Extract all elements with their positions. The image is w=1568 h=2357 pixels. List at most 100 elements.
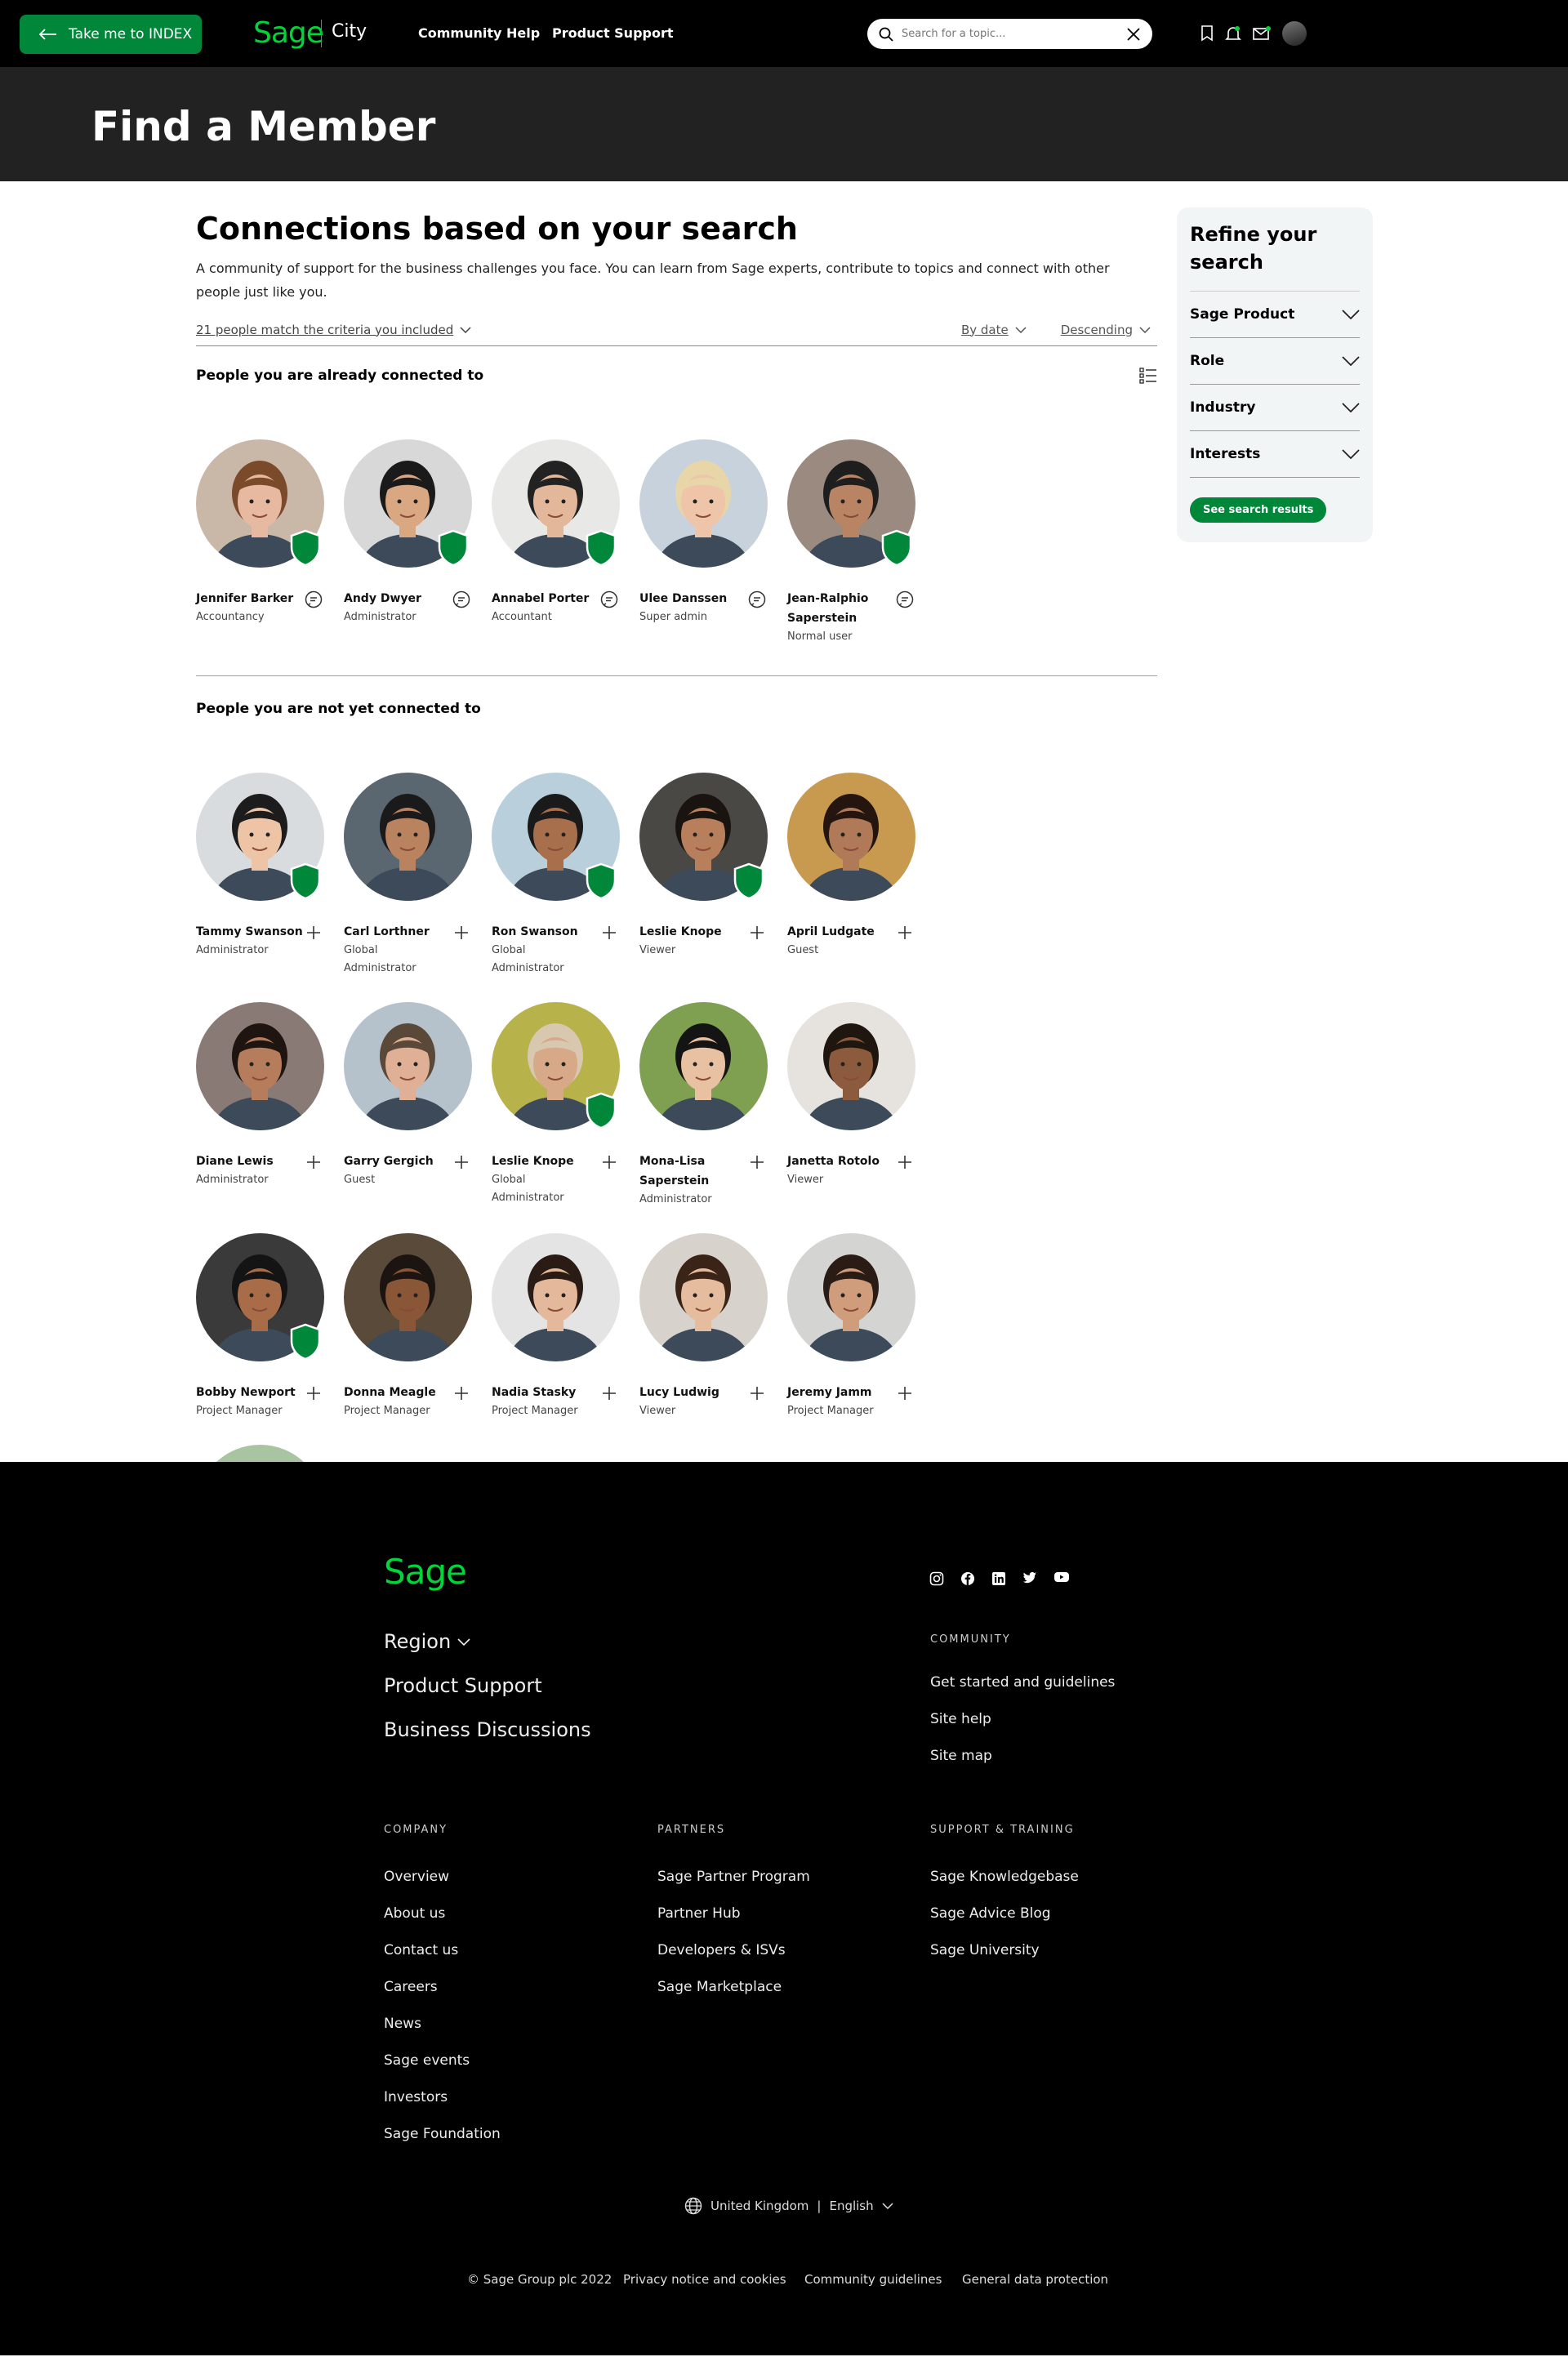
filter-industry[interactable]: Industry (1190, 385, 1360, 431)
see-search-results-button[interactable]: See search results (1190, 497, 1327, 523)
footer-link-developers-isvs[interactable]: Developers & ISVs (657, 1942, 786, 1958)
search-input[interactable] (902, 28, 1126, 40)
member-name[interactable]: Mona-Lisa Saperstein (639, 1152, 746, 1191)
footer-link-site-help[interactable]: Site help (930, 1711, 991, 1727)
person-card-april-ludgate[interactable]: April Ludgate Guest (787, 773, 915, 978)
member-name[interactable]: Ulee Danssen (639, 589, 746, 608)
footer-link-sage-events[interactable]: Sage events (384, 2052, 470, 2069)
member-avatar[interactable] (196, 1002, 324, 1130)
person-card-jennifer-barker[interactable]: Jennifer Barker Accountancy (196, 439, 324, 646)
member-name[interactable]: Leslie Knope (492, 1152, 599, 1171)
add-connection-icon[interactable] (303, 922, 324, 943)
footer-link-contact-us[interactable]: Contact us (384, 1942, 458, 1958)
member-name[interactable]: Bobby Newport (196, 1383, 303, 1402)
message-icon[interactable] (451, 589, 472, 610)
member-avatar[interactable] (344, 1233, 472, 1361)
add-connection-icon[interactable] (746, 1152, 768, 1173)
person-card-lucy-ludwig[interactable]: Lucy Ludwig Viewer (639, 1233, 768, 1420)
footer-link-partner-hub[interactable]: Partner Hub (657, 1905, 741, 1922)
footer-link-sage-partner-program[interactable]: Sage Partner Program (657, 1869, 810, 1885)
person-card-donna-meagle[interactable]: Donna Meagle Project Manager (344, 1233, 472, 1420)
region-dropdown[interactable]: Region (384, 1630, 470, 1653)
add-connection-icon[interactable] (746, 922, 768, 943)
member-name[interactable]: Jean-Ralphio Saperstein (787, 589, 894, 628)
add-connection-icon[interactable] (599, 922, 620, 943)
nav-link-community-help[interactable]: Community Help (418, 25, 540, 41)
member-avatar[interactable] (344, 1002, 472, 1130)
back-to-index-button[interactable]: Take me to INDEX (20, 15, 202, 54)
notification-bell-icon[interactable] (1225, 25, 1241, 42)
member-name[interactable]: Leslie Knope (639, 922, 746, 942)
add-connection-icon[interactable] (894, 922, 915, 943)
person-card-nadia-stasky[interactable]: Nadia Stasky Project Manager (492, 1233, 620, 1420)
member-name[interactable]: Annabel Porter (492, 589, 599, 608)
youtube-icon[interactable] (1054, 1571, 1070, 1586)
member-avatar[interactable] (492, 1233, 620, 1361)
footer-link-product-support[interactable]: Product Support (384, 1674, 542, 1697)
instagram-icon[interactable] (929, 1571, 944, 1586)
locale-selector[interactable]: United Kingdom | English (684, 2197, 893, 2215)
message-icon[interactable] (894, 589, 915, 610)
clear-search-icon[interactable] (1126, 27, 1141, 42)
add-connection-icon[interactable] (894, 1152, 915, 1173)
footer-link-data-protection[interactable]: General data protection (962, 2272, 1108, 2287)
message-icon[interactable] (303, 589, 324, 610)
footer-link-site-map[interactable]: Site map (930, 1748, 992, 1764)
footer-link-privacy[interactable]: Privacy notice and cookies (623, 2272, 786, 2287)
bookmark-icon[interactable] (1200, 25, 1214, 42)
person-card-jeremy-jamm[interactable]: Jeremy Jamm Project Manager (787, 1233, 915, 1420)
member-avatar[interactable] (344, 773, 472, 901)
add-connection-icon[interactable] (303, 1383, 324, 1404)
footer-link-sage-marketplace[interactable]: Sage Marketplace (657, 1979, 782, 1995)
list-view-icon[interactable] (1139, 368, 1157, 384)
message-icon[interactable] (599, 589, 620, 610)
sage-logo[interactable]: Sage (253, 16, 324, 50)
member-name[interactable]: Andy Dwyer (344, 589, 451, 608)
member-name[interactable]: Carl Lorthner (344, 922, 451, 942)
person-card-leslie-knope[interactable]: Leslie Knope Global Administrator (492, 1002, 620, 1209)
filter-sage-product[interactable]: Sage Product (1190, 292, 1360, 338)
footer-link-sage-advice-blog[interactable]: Sage Advice Blog (930, 1905, 1051, 1922)
add-connection-icon[interactable] (451, 922, 472, 943)
member-name[interactable]: Jeremy Jamm (787, 1383, 894, 1402)
person-card-andy-dwyer[interactable]: Andy Dwyer Administrator (344, 439, 472, 646)
person-card-annabel-porter[interactable]: Annabel Porter Accountant (492, 439, 620, 646)
member-name[interactable]: Nadia Stasky (492, 1383, 599, 1402)
filter-interests[interactable]: Interests (1190, 431, 1360, 478)
footer-sage-logo[interactable]: Sage (384, 1552, 467, 1592)
member-name[interactable]: Tammy Swanson (196, 922, 303, 942)
person-card-jean-ralphio-saperstein[interactable]: Jean-Ralphio Saperstein Normal user (787, 439, 915, 646)
footer-link-sage-knowledgebase[interactable]: Sage Knowledgebase (930, 1869, 1079, 1885)
footer-link-careers[interactable]: Careers (384, 1979, 438, 1995)
add-connection-icon[interactable] (599, 1152, 620, 1173)
person-card-tammy-swanson[interactable]: Tammy Swanson Administrator (196, 773, 324, 978)
person-card-ulee-danssen[interactable]: Ulee Danssen Super admin (639, 439, 768, 646)
member-avatar[interactable] (639, 439, 768, 568)
facebook-icon[interactable] (960, 1571, 975, 1586)
add-connection-icon[interactable] (303, 1152, 324, 1173)
person-card-diane-lewis[interactable]: Diane Lewis Administrator (196, 1002, 324, 1209)
person-card-garry-gergich[interactable]: Garry Gergich Guest (344, 1002, 472, 1209)
linkedin-icon[interactable] (991, 1571, 1006, 1586)
add-connection-icon[interactable] (599, 1383, 620, 1404)
member-avatar[interactable] (639, 1233, 768, 1361)
nav-link-product-support[interactable]: Product Support (552, 25, 674, 41)
member-avatar[interactable] (639, 1002, 768, 1130)
member-avatar[interactable] (787, 1002, 915, 1130)
member-name[interactable]: Janetta Rotolo (787, 1152, 894, 1171)
person-card-mona-lisa-saperstein[interactable]: Mona-Lisa Saperstein Administrator (639, 1002, 768, 1209)
sort-by-dropdown[interactable]: By date (961, 323, 1027, 337)
footer-link-about-us[interactable]: About us (384, 1905, 445, 1922)
footer-link-get-started[interactable]: Get started and guidelines (930, 1674, 1115, 1691)
messages-icon[interactable] (1253, 26, 1271, 41)
twitter-icon[interactable] (1022, 1571, 1037, 1586)
person-card-janetta-rotolo[interactable]: Janetta Rotolo Viewer (787, 1002, 915, 1209)
member-name[interactable]: Garry Gergich (344, 1152, 451, 1171)
member-name[interactable]: April Ludgate (787, 922, 894, 942)
footer-link-sage-university[interactable]: Sage University (930, 1942, 1040, 1958)
member-name[interactable]: Jennifer Barker (196, 589, 303, 608)
sort-order-dropdown[interactable]: Descending (1061, 323, 1151, 337)
add-connection-icon[interactable] (746, 1383, 768, 1404)
footer-link-overview[interactable]: Overview (384, 1869, 449, 1885)
message-icon[interactable] (746, 589, 768, 610)
